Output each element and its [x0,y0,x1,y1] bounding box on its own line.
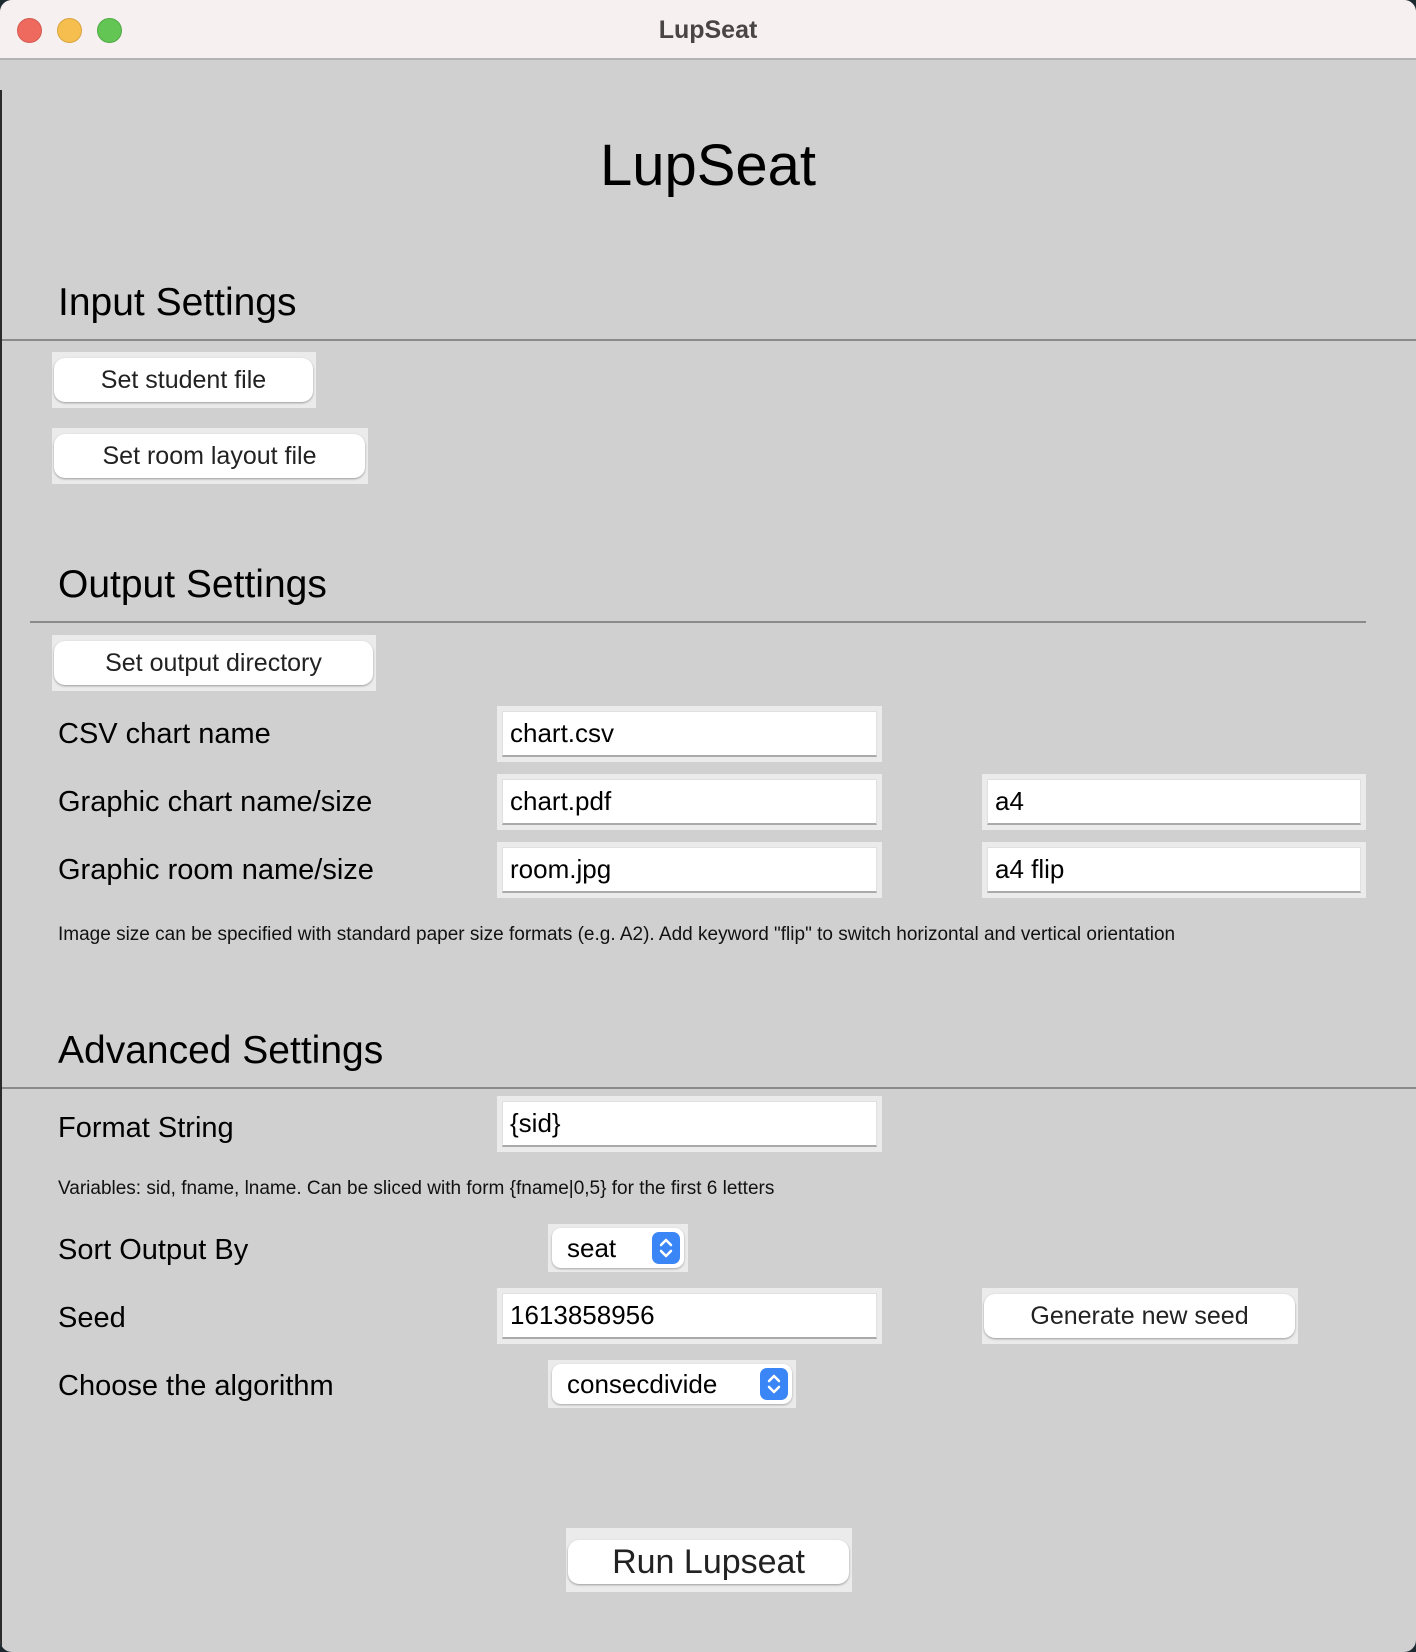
graphic-room-name-input[interactable] [502,847,877,893]
algorithm-label: Choose the algorithm [58,1370,334,1402]
input-settings-heading: Input Settings [58,281,297,324]
generate-new-seed-button[interactable]: Generate new seed [984,1294,1295,1338]
format-help-text: Variables: sid, fname, lname. Can be sli… [58,1178,775,1199]
set-room-layout-file-button[interactable]: Set room layout file [54,434,365,478]
set-output-directory-button[interactable]: Set output directory [54,641,373,685]
run-button-wrap: Run Lupseat [566,1528,852,1592]
sort-output-value: seat [567,1232,617,1263]
app-heading: LupSeat [599,133,817,198]
up-down-chevron-icon [760,1368,788,1400]
sort-output-select[interactable]: seat [552,1228,684,1268]
window-edge [0,90,2,1652]
seed-input[interactable] [502,1293,877,1339]
graphic-chart-size-input[interactable] [987,779,1361,825]
csv-chart-name-input[interactable] [502,711,877,757]
algorithm-select-wrap: consecdivide [548,1360,796,1408]
up-down-chevron-icon [652,1232,680,1264]
format-string-label: Format String [58,1112,234,1144]
graphic-room-label: Graphic room name/size [58,854,374,886]
output-settings-heading: Output Settings [58,563,327,606]
window-title: LupSeat [658,16,758,44]
sort-select-wrap: seat [548,1224,688,1272]
graphic-chart-name-wrap [497,774,882,830]
seed-field-wrap [497,1288,882,1344]
seed-label: Seed [58,1302,126,1334]
student-file-button-wrap: Set student file [52,352,316,408]
graphic-room-size-wrap [982,842,1366,898]
app-window: LupSeat LupSeat Input Settings Set stude… [0,0,1416,1652]
input-settings-divider [2,339,1416,341]
algorithm-select[interactable]: consecdivide [552,1364,792,1404]
sort-output-label: Sort Output By [58,1234,249,1266]
advanced-settings-divider [2,1087,1416,1089]
graphic-room-size-input[interactable] [987,847,1361,893]
generate-seed-wrap: Generate new seed [982,1288,1298,1344]
output-dir-button-wrap: Set output directory [52,635,376,691]
format-string-input[interactable] [502,1101,877,1147]
csv-field-wrap [497,706,882,762]
title-bar: LupSeat [0,0,1416,60]
format-string-wrap [497,1096,882,1152]
advanced-settings-heading: Advanced Settings [58,1029,384,1072]
room-layout-button-wrap: Set room layout file [52,428,368,484]
set-student-file-button[interactable]: Set student file [54,358,313,402]
algorithm-value: consecdivide [567,1368,718,1399]
graphic-chart-label: Graphic chart name/size [58,786,373,818]
run-lupseat-button[interactable]: Run Lupseat [568,1540,849,1584]
graphic-chart-size-wrap [982,774,1366,830]
graphic-chart-name-input[interactable] [502,779,877,825]
csv-chart-name-label: CSV chart name [58,718,271,750]
output-settings-divider [30,621,1366,623]
image-size-help-text: Image size can be specified with standar… [58,924,1176,945]
graphic-room-name-wrap [497,842,882,898]
